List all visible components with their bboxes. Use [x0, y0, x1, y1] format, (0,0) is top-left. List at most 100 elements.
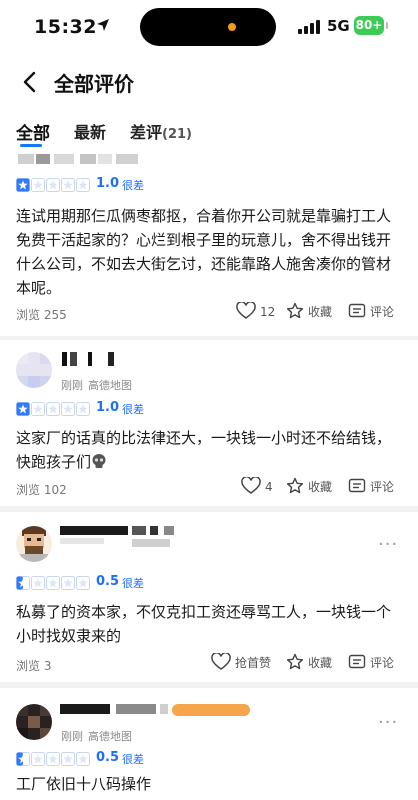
heart-icon	[241, 476, 261, 494]
comment-label: 评论	[370, 480, 395, 494]
rating-star	[31, 178, 45, 192]
review-time: 刚刚	[61, 379, 83, 392]
rating-label: 很差	[122, 753, 144, 766]
like-count: 4	[265, 480, 273, 494]
rating-star	[46, 752, 60, 766]
battery-icon: 80+	[354, 16, 384, 35]
comment-button[interactable]: 评论	[348, 653, 394, 671]
back-icon[interactable]	[18, 69, 44, 95]
favorite-button[interactable]: 收藏	[286, 302, 332, 320]
comment-icon	[348, 654, 366, 669]
view-count: 浏览 102	[16, 483, 67, 497]
skull-emoji-icon	[92, 454, 106, 468]
dynamic-island	[140, 8, 276, 46]
favorite-button[interactable]: 收藏	[286, 477, 332, 495]
rating-star	[61, 402, 75, 416]
view-count: 浏览 255	[16, 308, 67, 322]
review-meta: 刚刚 高德地图	[61, 728, 132, 744]
review-text: 工厂依旧十八码操作	[16, 775, 152, 793]
favorite-button[interactable]: 收藏	[286, 653, 332, 671]
rating-label: 很差	[122, 403, 144, 416]
star-outline-icon	[286, 477, 304, 494]
more-options-icon[interactable]: ···	[378, 712, 398, 733]
like-count: 12	[260, 305, 276, 319]
review-time: 刚刚	[61, 730, 83, 743]
favorite-label: 收藏	[308, 305, 333, 319]
review-source: 高德地图	[88, 379, 132, 392]
view-count: 浏览 3	[16, 659, 52, 673]
network-label: 5G	[327, 17, 350, 35]
heart-icon	[211, 652, 231, 670]
review-text: 连试用期那仨瓜俩枣都抠，合着你开公司就是靠骗打工人免费干活起家的？心烂到根子里的…	[16, 207, 392, 297]
rating-star	[16, 752, 30, 766]
star-outline-icon	[286, 302, 304, 319]
rating-stars	[16, 576, 90, 590]
rating-score: 1.0	[96, 400, 120, 415]
review-meta: 刚刚 高德地图	[61, 377, 132, 393]
rating-star	[16, 576, 30, 590]
rating-label: 很差	[122, 577, 144, 590]
review-text: 私募了的资本家，不仅克扣工资还辱骂工人，一块钱一个小时找奴隶来的	[16, 603, 392, 645]
like-button[interactable]: 4	[241, 476, 273, 495]
review-card: 1.0 很差 连试用期那仨瓜俩枣都抠，合着你开公司就是靠骗打工人免费干活起家的？…	[0, 152, 418, 336]
review-source: 高德地图	[88, 730, 132, 743]
reviewer-name-redacted	[60, 526, 180, 547]
tab-bar: 全部 最新 差评(21)	[0, 110, 418, 152]
rating-stars	[16, 752, 90, 766]
star-outline-icon	[286, 653, 304, 670]
rating-star	[16, 178, 30, 192]
more-options-icon[interactable]: ···	[378, 534, 398, 555]
rating-score: 1.0	[96, 176, 120, 191]
tab-negative[interactable]: 差评(21)	[130, 119, 192, 143]
review-card: 刚刚 高德地图 1.0 很差 这家厂的话真的比法律还大，一块钱一小时还不给结钱，快…	[0, 340, 418, 506]
comment-button[interactable]: 评论	[348, 302, 394, 320]
tab-negative-count: (21)	[162, 127, 192, 142]
like-button[interactable]: 抢首赞	[211, 652, 272, 671]
heart-icon	[236, 301, 256, 319]
rating-star	[61, 178, 75, 192]
tab-all-label: 全部	[16, 124, 50, 144]
favorite-label: 收藏	[308, 480, 333, 494]
review-text-body: 这家厂的话真的比法律还大，一块钱一小时还不给结钱，快跑孩子们	[16, 429, 392, 471]
rating-star	[31, 752, 45, 766]
rating-star	[46, 402, 60, 416]
tab-latest[interactable]: 最新	[74, 119, 106, 143]
reviewer-name-redacted	[62, 352, 122, 366]
review-card: ··· 0.5 很差 私募了的资本家，不仅克扣工资还辱骂工人，一块钱一个小时找奴…	[0, 512, 418, 682]
island-indicator-dot	[228, 23, 236, 31]
rating-score: 0.5	[96, 574, 120, 589]
reviewer-name-redacted	[60, 704, 250, 718]
rating-star	[76, 178, 90, 192]
rating-label: 很差	[122, 179, 144, 192]
tab-negative-label: 差评	[130, 123, 163, 142]
avatar	[16, 526, 52, 562]
page-title: 全部评价	[54, 72, 134, 96]
like-count: 抢首赞	[235, 656, 272, 670]
favorite-label: 收藏	[308, 656, 333, 670]
comment-button[interactable]: 评论	[348, 477, 394, 495]
rating-star	[46, 576, 60, 590]
rating-star	[31, 402, 45, 416]
comment-icon	[348, 478, 366, 493]
reviewer-name-redacted	[18, 154, 138, 165]
avatar	[16, 352, 52, 388]
rating-star	[61, 576, 75, 590]
rating-star	[61, 752, 75, 766]
tab-active-underline	[20, 144, 42, 147]
rating-star	[31, 576, 45, 590]
status-time: 15:32	[34, 16, 97, 38]
signal-icon	[298, 20, 320, 34]
rating-star	[76, 752, 90, 766]
battery-tip	[386, 22, 388, 29]
rating-star	[76, 576, 90, 590]
review-card: ··· 刚刚 高德地图 0.5 很差 工厂依旧十八码操作	[0, 688, 418, 800]
nav-bar: 全部评价	[0, 54, 418, 110]
rating-score: 0.5	[96, 750, 120, 765]
rating-star	[46, 178, 60, 192]
rating-star	[76, 402, 90, 416]
rating-stars	[16, 178, 90, 192]
comment-label: 评论	[370, 305, 395, 319]
like-button[interactable]: 12	[236, 301, 276, 320]
avatar	[16, 704, 52, 740]
tab-all[interactable]: 全部	[16, 119, 50, 144]
